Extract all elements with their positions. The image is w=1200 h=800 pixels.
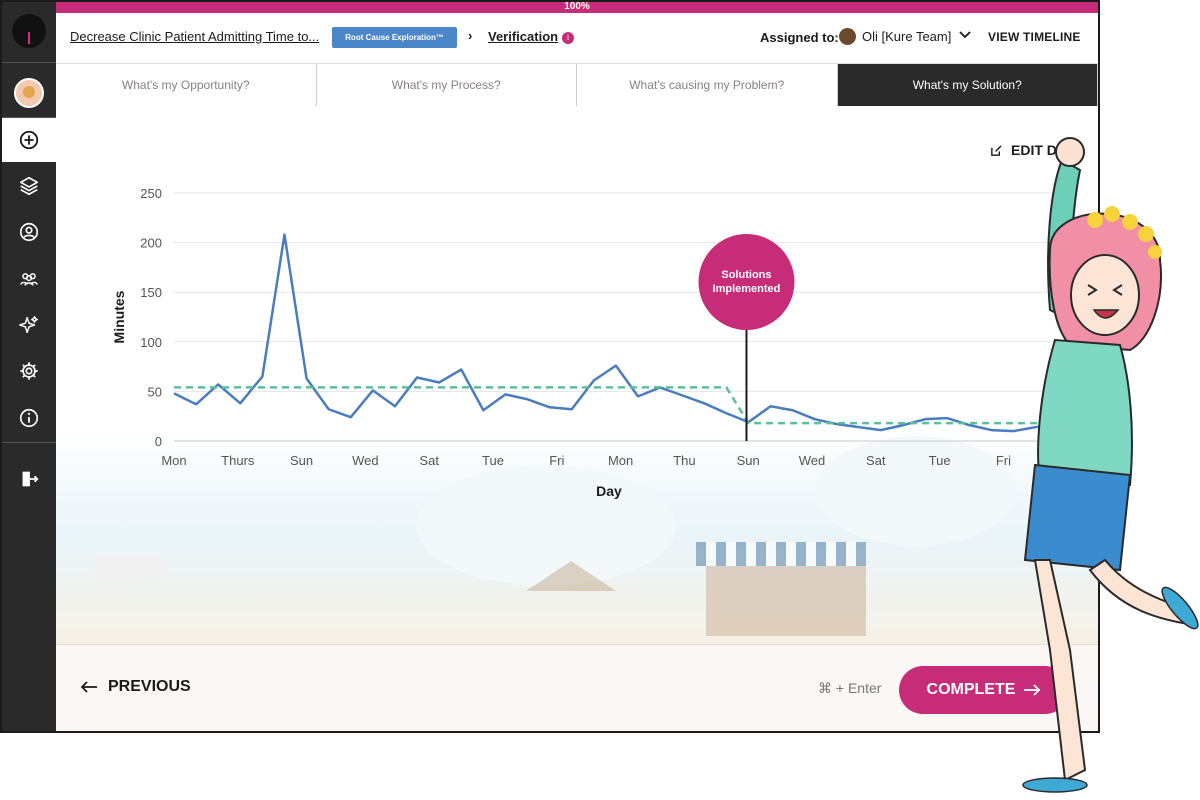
info-icon — [19, 408, 39, 428]
x-tick-label: Sun — [290, 453, 313, 468]
y-tick-label: 250 — [140, 186, 162, 201]
x-tick-label: Thurs — [221, 453, 255, 468]
y-tick-label: 150 — [140, 285, 162, 300]
chevron-down-icon[interactable] — [958, 27, 972, 41]
assignee-avatar — [839, 28, 856, 45]
previous-label: PREVIOUS — [108, 678, 191, 695]
keyboard-shortcut-hint: ⌘ + Enter — [818, 680, 882, 696]
mascot-body — [1022, 338, 1199, 793]
header: Decrease Clinic Patient Admitting Time t… — [56, 13, 1098, 63]
tab-solution[interactable]: What's my Solution? — [837, 64, 1098, 107]
assigned-label: Assigned to: — [760, 30, 839, 45]
sidebar-item-projects[interactable] — [2, 164, 56, 208]
breadcrumb-current-step[interactable]: Verification — [488, 29, 558, 44]
gear-icon — [20, 362, 38, 380]
y-axis-label: Minutes — [111, 290, 127, 343]
complete-label: COMPLETE — [926, 681, 1016, 698]
app-window: 100% Decrease Clinic Patient Admitting T… — [0, 0, 1100, 733]
annotation-label: Solutions — [721, 269, 771, 281]
y-tick-label: 200 — [140, 236, 162, 251]
breadcrumb-project-title[interactable]: Decrease Clinic Patient Admitting Time t… — [70, 29, 319, 44]
arrow-left-icon — [80, 681, 97, 693]
logo-icon[interactable] — [12, 14, 46, 48]
sidebar-item-settings[interactable] — [2, 349, 56, 393]
logout-icon — [22, 471, 39, 487]
tab-opportunity[interactable]: What's my Opportunity? — [56, 64, 317, 107]
step-tabs: What's my Opportunity? What's my Process… — [56, 63, 1098, 107]
sidebar-item-logout[interactable] — [2, 457, 56, 501]
annotation-bubble — [698, 234, 795, 330]
x-tick-label: Mon — [608, 453, 633, 468]
x-tick-label: Fri — [996, 453, 1011, 468]
sidebar-item-info[interactable] — [2, 396, 56, 440]
tab-process[interactable]: What's my Process? — [316, 64, 577, 107]
step-info-badge[interactable]: i — [562, 32, 574, 44]
mascot-character-illustration — [1022, 137, 1199, 793]
x-tick-label: Tue — [929, 453, 951, 468]
sidebar — [2, 2, 56, 731]
user-avatar[interactable] — [14, 78, 44, 108]
x-axis-label: Day — [596, 483, 622, 499]
annotation-label: Implemented — [713, 283, 781, 295]
assignee-name[interactable]: Oli [Kure Team] — [862, 29, 951, 44]
y-tick-label: 0 — [155, 434, 162, 449]
x-tick-label: Tue — [482, 453, 504, 468]
y-tick-label: 50 — [148, 384, 162, 399]
x-tick-label: Thu — [673, 453, 695, 468]
plus-circle-icon — [19, 130, 39, 150]
layers-icon — [19, 176, 39, 196]
x-tick-label: Mon — [161, 453, 186, 468]
sidebar-item-profile[interactable] — [2, 210, 56, 254]
background-house — [706, 566, 866, 636]
sidebar-divider — [2, 442, 56, 443]
previous-button[interactable]: PREVIOUS — [80, 678, 191, 696]
team-icon — [20, 273, 38, 286]
sidebar-item-new[interactable] — [2, 118, 56, 162]
background-awning — [696, 542, 866, 566]
background-block — [94, 556, 164, 582]
user-icon — [19, 222, 39, 242]
x-tick-label: Fri — [549, 453, 564, 468]
x-tick-label: Sat — [419, 453, 439, 468]
tab-problem[interactable]: What's causing my Problem? — [577, 64, 838, 107]
footer: PREVIOUS ⌘ + Enter COMPLETE — [56, 644, 1098, 731]
series-line-average — [174, 386, 1056, 425]
sparkle-icon — [19, 316, 38, 334]
sidebar-item-ai[interactable] — [2, 303, 56, 347]
x-tick-label: Wed — [352, 453, 379, 468]
view-timeline-link[interactable]: VIEW TIMELINE — [988, 30, 1081, 44]
sidebar-item-team[interactable] — [2, 257, 56, 301]
breadcrumb-separator-icon: › — [468, 28, 473, 43]
sidebar-divider — [2, 62, 56, 63]
mascot-head — [1048, 206, 1162, 352]
stage-badge[interactable]: Root Cause Exploration™ — [332, 27, 457, 48]
line-chart: 0 50 100 150 200 250 Mon Thurs Sun Wed Sat Tue Fri Mo… — [111, 186, 1056, 499]
main-content: EDIT D 0 50 100 150 200 250 Mon Thurs Sun Wed Sat T… — [56, 106, 1098, 644]
series-line-minutes — [173, 233, 1056, 433]
y-tick-label: 100 — [140, 335, 162, 350]
x-tick-label: Sun — [737, 453, 760, 468]
x-tick-label: Wed — [799, 453, 826, 468]
x-tick-label: Sat — [866, 453, 886, 468]
progress-bar: 100% — [56, 2, 1098, 13]
progress-label: 100% — [564, 1, 590, 12]
